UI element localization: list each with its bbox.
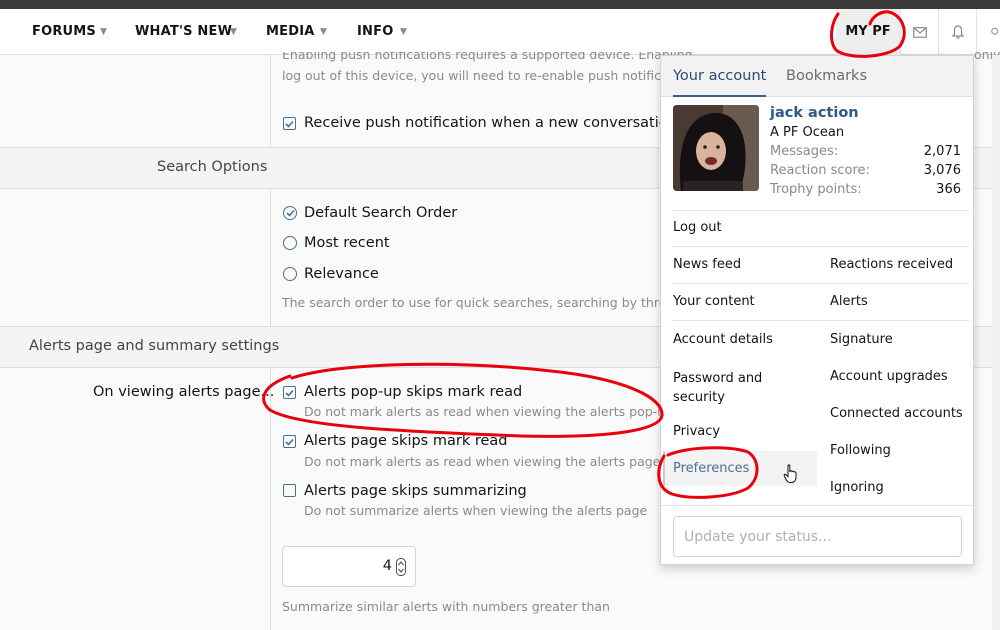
tab-bookmarks[interactable]: Bookmarks — [786, 56, 867, 97]
search-button[interactable] — [976, 9, 1000, 55]
nav-whats-new-label: WHAT'S NEW — [135, 24, 233, 39]
search-order-recent-label: Most recent — [304, 235, 390, 251]
account-upgrades-link[interactable]: Account upgrades — [830, 369, 948, 384]
search-order-default-radio[interactable] — [283, 206, 297, 220]
alerts-row-label: On viewing alerts page... — [93, 384, 275, 400]
search-icon — [991, 27, 999, 35]
stat-messages-label: Messages: — [770, 144, 839, 159]
push-explain-line1: Enabling push notifications requires a s… — [282, 52, 693, 62]
chevron-down-icon[interactable]: ▼ — [100, 9, 107, 55]
news-feed-link[interactable]: News feed — [673, 257, 741, 272]
spinner-icon[interactable] — [396, 558, 406, 576]
user-title: A PF Ocean — [770, 125, 845, 140]
menu-divider — [673, 320, 969, 321]
menu-divider — [661, 505, 973, 506]
nav-info-label: INFO — [357, 24, 394, 39]
column-divider — [270, 368, 271, 630]
menu-divider — [673, 246, 969, 247]
page-skip-summarizing-hint: Do not summarize alerts when viewing the… — [304, 503, 648, 518]
search-order-hint: The search order to use for quick search… — [282, 295, 686, 310]
tab-bookmarks-label: Bookmarks — [786, 68, 868, 84]
search-order-default-label: Default Search Order — [304, 205, 458, 221]
summarize-threshold-hint: Summarize similar alerts with numbers gr… — [282, 599, 610, 614]
alerts-button[interactable] — [938, 9, 976, 55]
search-order-relevance-radio[interactable] — [283, 267, 297, 281]
summarize-threshold-input[interactable]: 4 — [282, 546, 416, 587]
popup-skip-mark-read-label: Alerts pop-up skips mark read — [304, 384, 523, 400]
reactions-received-link[interactable]: Reactions received — [830, 257, 953, 272]
menu-tabs: Your account Bookmarks — [661, 56, 973, 97]
password-security-link[interactable]: Password and security — [673, 369, 793, 407]
search-order-relevance-label: Relevance — [304, 266, 379, 282]
page-skip-summarizing-label: Alerts page skips summarizing — [304, 483, 527, 499]
my-pf-button[interactable]: MY PF — [836, 9, 900, 55]
logout-link[interactable]: Log out — [673, 220, 722, 235]
search-options-title: Search Options — [157, 159, 268, 175]
following-link[interactable]: Following — [830, 443, 891, 458]
checkmark-icon — [285, 209, 295, 217]
search-order-recent-radio[interactable] — [283, 236, 297, 250]
menu-divider — [673, 283, 969, 284]
my-pf-label: MY PF — [845, 24, 891, 39]
avatar-image — [673, 105, 759, 191]
bell-icon — [951, 25, 964, 39]
username-link[interactable]: jack action — [770, 105, 859, 121]
account-menu: Your account Bookmarks jack action A PF … — [660, 55, 974, 565]
chevron-down-icon[interactable]: ▼ — [320, 9, 327, 55]
chevron-down-icon[interactable]: ▼ — [230, 9, 237, 55]
push-conversation-label: Receive push notification when a new con… — [304, 115, 696, 131]
stat-trophy-label: Trophy points: — [770, 182, 862, 197]
avatar[interactable] — [673, 105, 759, 191]
nav-whats-new[interactable]: WHAT'S NEW — [135, 9, 232, 55]
checkmark-icon — [285, 389, 294, 397]
annotation-circle-popup-option — [262, 362, 664, 438]
summarize-threshold-value: 4 — [382, 558, 392, 574]
window-top-strip — [0, 0, 1000, 9]
stat-reaction-value: 3,076 — [923, 163, 961, 178]
scrollbar[interactable] — [992, 55, 1000, 630]
nav-forums[interactable]: FORUMS — [32, 9, 96, 55]
column-divider — [270, 55, 271, 147]
checkmark-icon — [285, 438, 294, 446]
menu-divider — [673, 210, 969, 211]
conversations-button[interactable] — [900, 9, 938, 55]
hand-cursor-icon — [783, 464, 797, 483]
column-divider — [270, 189, 271, 326]
preferences-link[interactable]: Preferences — [673, 461, 749, 476]
alerts-settings-title: Alerts page and summary settings — [29, 338, 280, 354]
page-skip-mark-read-label: Alerts page skips mark read — [304, 433, 508, 449]
tab-your-account[interactable]: Your account — [673, 56, 767, 97]
account-details-link[interactable]: Account details — [673, 332, 773, 347]
nav-forums-label: FORUMS — [32, 24, 96, 39]
page-skip-mark-read-hint: Do not mark alerts as read when viewing … — [304, 454, 661, 469]
chevron-down-icon[interactable]: ▼ — [400, 9, 407, 55]
page-skip-mark-read-checkbox[interactable] — [283, 435, 296, 448]
push-explain-line2: log out of this device, you will need to… — [282, 68, 685, 83]
popup-skip-mark-read-hint: Do not mark alerts as read when viewing … — [304, 404, 674, 419]
nav-media-label: MEDIA — [266, 24, 315, 39]
signature-link[interactable]: Signature — [830, 332, 893, 347]
stat-reaction-label: Reaction score: — [770, 163, 870, 178]
push-conversation-checkbox[interactable] — [283, 117, 296, 130]
your-content-link[interactable]: Your content — [673, 294, 755, 309]
privacy-link[interactable]: Privacy — [673, 424, 720, 439]
tab-your-account-label: Your account — [673, 68, 767, 84]
nav-info[interactable]: INFO — [357, 9, 393, 55]
popup-skip-mark-read-checkbox[interactable] — [283, 386, 296, 399]
page-skip-summarizing-checkbox[interactable] — [283, 484, 296, 497]
alerts-link[interactable]: Alerts — [830, 294, 868, 309]
ignoring-link[interactable]: Ignoring — [830, 480, 884, 495]
stat-trophy-value: 366 — [936, 182, 961, 197]
envelope-icon — [912, 26, 927, 38]
checkmark-icon — [285, 120, 294, 128]
stat-messages-value: 2,071 — [923, 144, 961, 159]
connected-accounts-link[interactable]: Connected accounts — [830, 406, 963, 421]
status-update-input[interactable] — [673, 516, 962, 557]
nav-media[interactable]: MEDIA — [266, 9, 315, 55]
